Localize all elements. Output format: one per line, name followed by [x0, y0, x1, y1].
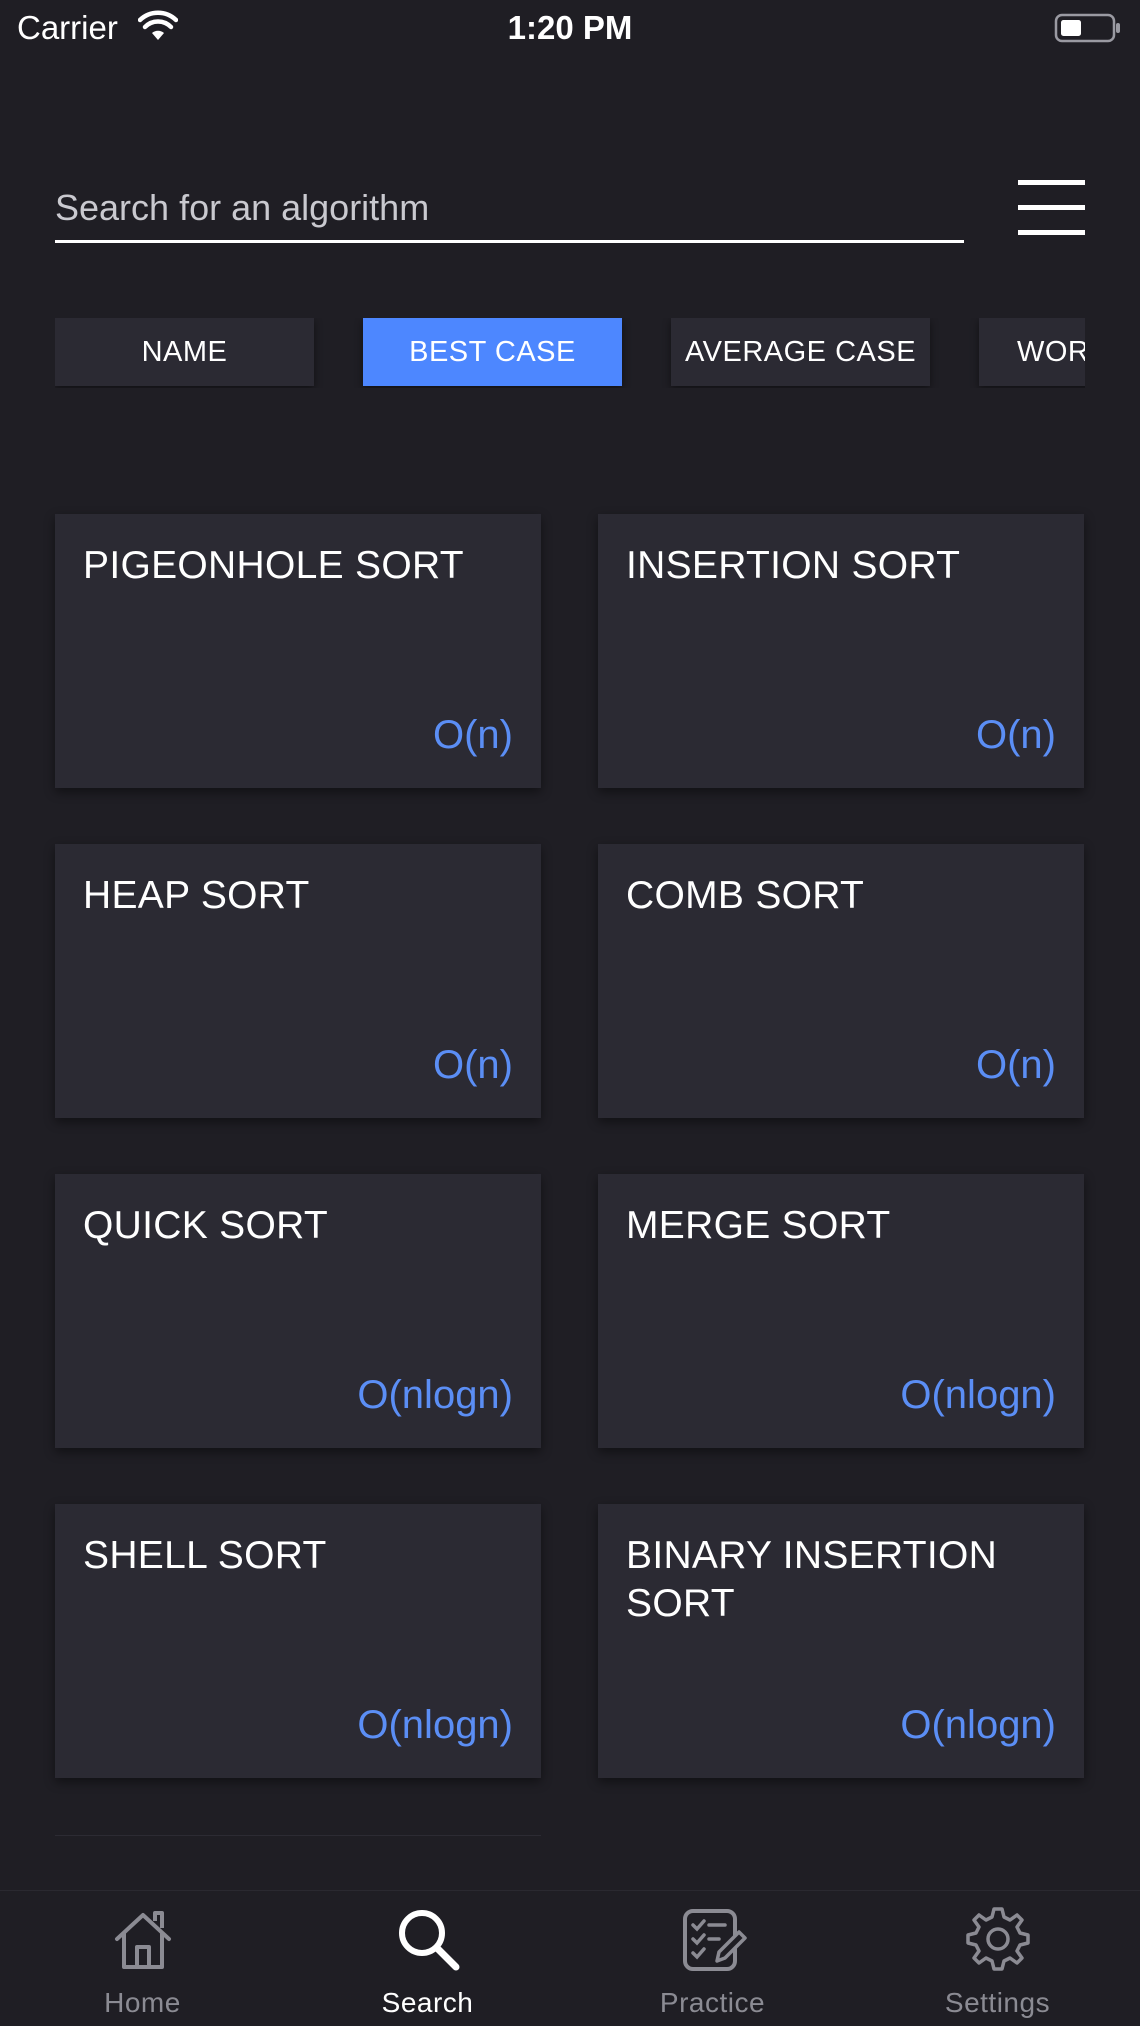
- algorithm-card[interactable]: COMB SORT O(n): [598, 844, 1084, 1118]
- algorithm-name: SHELL SORT: [83, 1534, 327, 1577]
- algorithm-name: BINARY INSERTION SORT: [626, 1534, 998, 1625]
- search-field: [55, 180, 964, 243]
- algorithm-name: MERGE SORT: [626, 1204, 891, 1247]
- algorithm-name: QUICK SORT: [83, 1204, 328, 1247]
- tabbar-label: Practice: [659, 1987, 766, 2018]
- battery-icon: [1054, 13, 1120, 43]
- algorithm-card[interactable]: MERGE SORT O(nlogn): [598, 1174, 1084, 1448]
- menu-button[interactable]: [1018, 180, 1085, 236]
- algorithm-complexity: O(nlogn): [900, 1373, 1056, 1417]
- tab-best-case[interactable]: BEST CASE: [363, 318, 622, 386]
- algorithm-name: INSERTION SORT: [626, 544, 961, 587]
- tabbar-label: Search: [381, 1987, 474, 2018]
- algorithm-card[interactable]: INSERTION SORT O(n): [598, 514, 1084, 788]
- tab-name[interactable]: NAME: [55, 318, 314, 386]
- tab-average-case[interactable]: AVERAGE CASE: [671, 318, 930, 386]
- tabbar-settings[interactable]: Settings: [855, 1891, 1140, 2026]
- tab-bar: Home Search Practice Settings: [0, 1890, 1140, 2026]
- algorithm-card[interactable]: QUICK SORT O(nlogn): [55, 1174, 541, 1448]
- algorithm-complexity: O(nlogn): [357, 1703, 513, 1747]
- algorithm-card[interactable]: HEAP SORT O(n): [55, 844, 541, 1118]
- algorithm-complexity: O(nlogn): [900, 1703, 1056, 1747]
- tabbar-home[interactable]: Home: [0, 1891, 285, 2026]
- algorithm-name: PIGEONHOLE SORT: [83, 544, 464, 587]
- tab-worst-case[interactable]: WORST CASE: [979, 318, 1085, 386]
- algorithm-complexity: O(n): [976, 713, 1056, 757]
- menu-line: [1018, 205, 1085, 210]
- search-icon: [399, 1910, 460, 1971]
- practice-icon: [683, 1909, 747, 1971]
- home-icon: [115, 1911, 171, 1969]
- status-time: 1:20 PM: [507, 9, 633, 46]
- menu-line: [1018, 230, 1085, 235]
- algorithm-name: HEAP SORT: [83, 874, 310, 917]
- status-bar: Carrier 1:20 PM: [0, 0, 1140, 58]
- screen: Carrier 1:20 PM NAME BEST CASE AVERAGE C…: [0, 0, 1140, 2026]
- algorithm-card[interactable]: SHELL SORT O(nlogn): [55, 1504, 541, 1778]
- tabbar-label: Home: [104, 1987, 181, 2018]
- tabbar-label: Settings: [944, 1987, 1051, 2018]
- algorithm-complexity: O(n): [433, 713, 513, 757]
- algorithm-card-partial: [55, 1835, 541, 1876]
- sort-tabs: NAME BEST CASE AVERAGE CASE WORST CASE: [55, 318, 1085, 388]
- menu-line: [1018, 180, 1085, 185]
- algorithm-complexity: O(n): [433, 1043, 513, 1087]
- algorithm-card[interactable]: BINARY INSERTION SORT O(nlogn): [598, 1504, 1084, 1778]
- gear-icon: [966, 1907, 1030, 1971]
- tabbar-practice[interactable]: Practice: [570, 1891, 855, 2026]
- algorithm-complexity: O(nlogn): [357, 1373, 513, 1417]
- algorithm-complexity: O(n): [976, 1043, 1056, 1087]
- search-input[interactable]: [55, 180, 964, 236]
- algorithm-name: COMB SORT: [626, 874, 865, 917]
- tabbar-search[interactable]: Search: [285, 1891, 570, 2026]
- algorithm-card[interactable]: PIGEONHOLE SORT O(n): [55, 514, 541, 788]
